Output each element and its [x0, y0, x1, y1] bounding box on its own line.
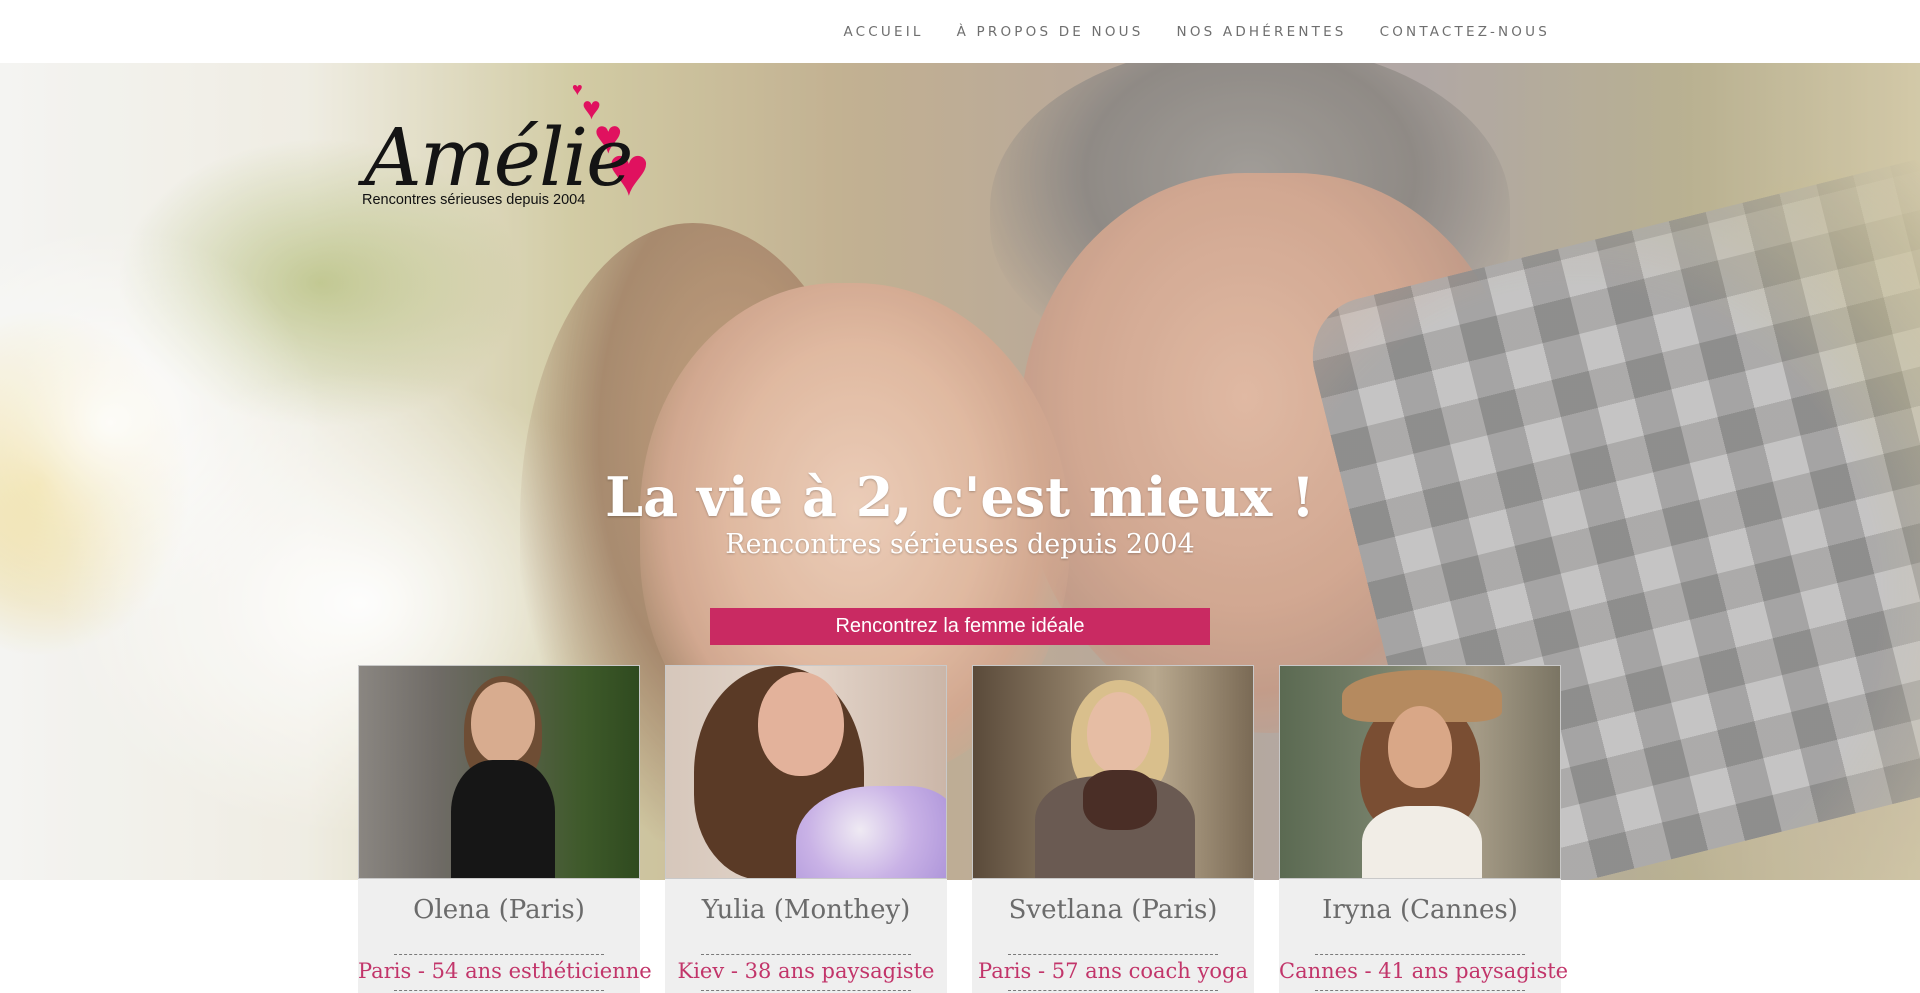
member-name: Iryna (Cannes) [1322, 895, 1518, 925]
member-card[interactable]: Iryna (Cannes) Cannes - 41 ans paysagist… [1279, 665, 1569, 993]
member-card[interactable]: Olena (Paris) Paris - 54 ans esthéticien… [358, 665, 652, 993]
divider [1315, 954, 1525, 955]
member-details: Paris - 54 ans esthéticienne [358, 959, 652, 983]
hero-headline: La vie à 2, c'est mieux ! [605, 465, 1315, 529]
member-card[interactable]: Svetlana (Paris) Paris - 57 ans coach yo… [972, 665, 1254, 993]
logo-tagline: Rencontres sérieuses depuis 2004 [362, 192, 586, 208]
site-logo[interactable]: ♥ ♥ ♥ ♥ Amélie Rencontres sérieuses depu… [362, 80, 672, 210]
divider [394, 990, 604, 991]
member-name: Svetlana (Paris) [1008, 895, 1218, 925]
divider [701, 954, 911, 955]
nav-link-contact[interactable]: CONTACTEZ-NOUS [1380, 24, 1550, 40]
nav-link-a-propos[interactable]: À PROPOS DE NOUS [957, 24, 1144, 40]
member-photo[interactable] [358, 665, 640, 879]
divider [394, 954, 604, 955]
divider [1315, 990, 1525, 991]
member-photo[interactable] [665, 665, 947, 879]
member-card[interactable]: Yulia (Monthey) Kiev - 38 ans paysagiste [665, 665, 947, 993]
member-details: Kiev - 38 ans paysagiste [677, 959, 935, 983]
nav-link-accueil[interactable]: ACCUEIL [843, 24, 923, 40]
member-details: Paris - 57 ans coach yoga [978, 959, 1248, 983]
logo-wordmark: Amélie [364, 111, 633, 204]
main-nav: ACCUEIL À PROPOS DE NOUS NOS ADHÉRENTES … [843, 0, 1550, 63]
meet-ideal-woman-button[interactable]: Rencontrez la femme idéale [710, 608, 1210, 645]
top-navigation-bar: ACCUEIL À PROPOS DE NOUS NOS ADHÉRENTES … [0, 0, 1920, 63]
member-details: Cannes - 41 ans paysagiste [1279, 959, 1569, 983]
member-cards: Olena (Paris) Paris - 54 ans esthéticien… [358, 665, 1569, 993]
nav-link-adherentes[interactable]: NOS ADHÉRENTES [1177, 24, 1347, 40]
member-name: Yulia (Monthey) [701, 895, 911, 925]
member-name: Olena (Paris) [413, 895, 585, 925]
member-photo[interactable] [972, 665, 1254, 879]
divider [701, 990, 911, 991]
divider [1008, 954, 1218, 955]
hero-subheadline: Rencontres sérieuses depuis 2004 [725, 529, 1195, 560]
divider [1008, 990, 1218, 991]
member-photo[interactable] [1279, 665, 1561, 879]
